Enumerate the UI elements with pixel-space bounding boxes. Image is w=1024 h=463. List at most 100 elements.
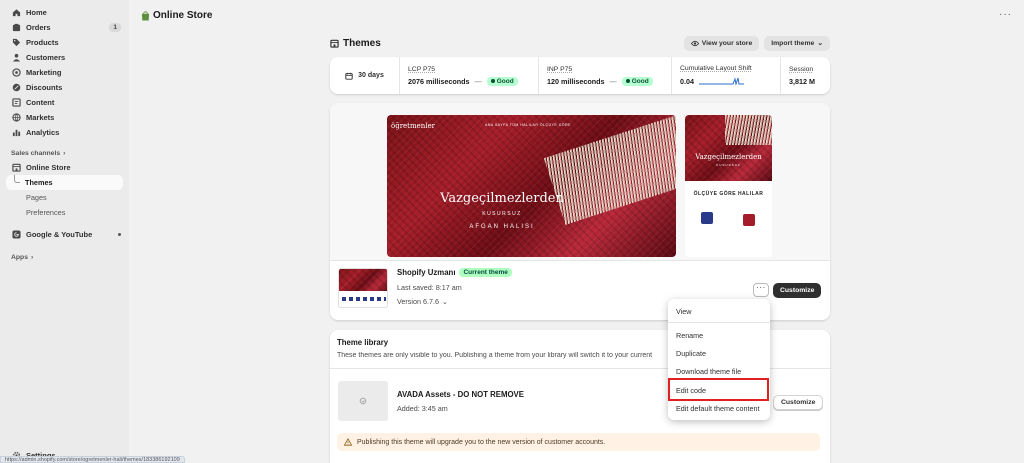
sidebar-item-marketing[interactable]: Marketing	[0, 65, 129, 80]
sidebar-item-label: Orders	[26, 23, 51, 32]
tree-branch	[14, 175, 20, 183]
menu-item-rename[interactable]: Rename	[668, 328, 770, 343]
theme-actions-more-button[interactable]: ···	[753, 283, 769, 297]
customize-library-theme-button[interactable]: Customize	[773, 395, 824, 410]
google-icon	[12, 230, 21, 239]
metric-label: LCP P75	[408, 65, 436, 73]
sidebar-item-home[interactable]: Home	[0, 5, 129, 20]
menu-item-view[interactable]: View	[668, 304, 770, 319]
sidebar-subitem-preferences[interactable]: Preferences	[0, 205, 129, 220]
header-actions: View your store Import theme ⌄	[683, 35, 830, 51]
metric-lcp[interactable]: LCP P75 2076 milliseconds — Good	[400, 57, 539, 94]
date-range-selector[interactable]: 30 days	[330, 57, 400, 94]
menu-divider	[668, 322, 770, 323]
mobile-preview[interactable]: Vazgeçilmezlerden KUSURSUZ ÖLÇÜYE GÖRE H…	[685, 115, 772, 257]
import-theme-button[interactable]: Import theme ⌄	[764, 35, 830, 51]
mobile-hero-image	[685, 115, 772, 181]
sidebar-item-label: Discounts	[26, 83, 63, 92]
sidebar-item-content[interactable]: Content	[0, 95, 129, 110]
metric-sessions[interactable]: Session 3,812 M	[781, 57, 830, 94]
globe-icon	[12, 113, 21, 122]
shopping-bag-icon	[141, 10, 150, 20]
chevron-right-icon: ›	[31, 253, 34, 261]
library-theme-thumbnail	[338, 381, 388, 421]
home-icon	[12, 8, 21, 17]
rug-fringe-image	[725, 115, 772, 145]
more-options-icon[interactable]: ···	[999, 9, 1012, 20]
status-dot-icon	[625, 79, 630, 83]
customize-current-theme-button[interactable]: Customize	[773, 283, 822, 298]
current-theme-thumbnail	[338, 268, 388, 308]
rug-fringe-image	[543, 115, 676, 225]
eye-icon	[690, 40, 699, 46]
sidebar-item-label: Customers	[26, 53, 66, 62]
current-theme-badge: Current theme	[459, 268, 512, 277]
sidebar-item-analytics[interactable]: Analytics	[0, 125, 129, 140]
chart-icon	[12, 128, 21, 137]
status-dot-icon	[118, 233, 121, 236]
view-store-button[interactable]: View your store	[683, 35, 760, 51]
thumbnail-image	[339, 269, 387, 291]
status-dot-icon	[490, 79, 495, 83]
separator: —	[609, 76, 617, 86]
page-title: Themes	[330, 38, 381, 49]
sidebar-item-google-youtube[interactable]: Google & YouTube	[0, 227, 129, 242]
good-badge: Good	[486, 76, 518, 86]
thumbnail-tiles	[342, 297, 386, 301]
sidebar-item-label: Marketing	[26, 68, 62, 77]
calendar-icon	[345, 72, 353, 80]
apps-heading[interactable]: Apps ›	[0, 250, 129, 264]
sidebar-item-label: Google & YouTube	[26, 230, 93, 239]
sidebar-subitem-themes[interactable]: Themes	[6, 175, 123, 190]
metric-label: INP P75	[547, 65, 573, 73]
discount-icon	[12, 83, 21, 92]
hero-tagline: AFGAN HALISI	[469, 224, 535, 230]
separator: —	[474, 76, 482, 86]
chevron-down-icon: ⌄	[817, 40, 823, 47]
sidebar-item-label: Markets	[26, 113, 55, 122]
sidebar-item-products[interactable]: Products	[0, 35, 129, 50]
store-icon	[330, 39, 339, 48]
sidebar: Home Orders 1 Products Customers Marketi…	[0, 0, 129, 463]
sparkline-chart	[699, 77, 744, 86]
theme-library-description: These themes are only visible to you. Pu…	[337, 352, 653, 359]
menu-item-edit-default-theme-content[interactable]: Edit default theme content	[668, 401, 770, 416]
sales-channels-heading[interactable]: Sales channels ›	[0, 146, 129, 160]
hero-subtitle: KUSURSUZ	[482, 211, 522, 217]
sidebar-item-orders[interactable]: Orders 1	[0, 20, 129, 35]
library-theme-added: Added: 3:45 am	[397, 404, 448, 413]
sidebar-item-label: Online Store	[26, 163, 71, 172]
page-header: Themes View your store Import theme ⌄	[330, 35, 830, 51]
sidebar-item-markets[interactable]: Markets	[0, 110, 129, 125]
mobile-section-heading: ÖLÇÜYE GÖRE HALILAR	[693, 191, 764, 197]
last-saved-text: Last saved: 8:17 am	[397, 283, 462, 292]
preview-nav: ANA SAYFA TÜM HALILAR ÖLÇÜYE GÖRE	[485, 123, 572, 127]
topbar: Online Store ···	[129, 0, 1024, 31]
desktop-preview[interactable]: öğretmenler ANA SAYFA TÜM HALILAR ÖLÇÜYE…	[387, 115, 676, 257]
store-logo: öğretmenler	[391, 122, 436, 130]
sidebar-item-discounts[interactable]: Discounts	[0, 80, 129, 95]
product-tile-image	[701, 212, 713, 224]
performance-metrics-bar: 30 days LCP P75 2076 milliseconds — Good…	[330, 57, 830, 94]
sidebar-item-label: Products	[26, 38, 59, 47]
metric-value: 120 milliseconds	[547, 76, 605, 86]
sidebar-item-label: Content	[26, 98, 55, 107]
metric-cls[interactable]: Cumulative Layout Shift 0.04	[672, 57, 781, 94]
sidebar-subitem-pages[interactable]: Pages	[0, 190, 129, 205]
sidebar-item-label: Home	[26, 8, 47, 17]
sidebar-item-customers[interactable]: Customers	[0, 50, 129, 65]
theme-version[interactable]: Version 6.7.6 ⌄	[397, 297, 448, 306]
orders-count-badge: 1	[109, 23, 121, 32]
sidebar-item-online-store[interactable]: Online Store	[0, 160, 129, 175]
target-icon	[12, 68, 21, 77]
menu-item-duplicate[interactable]: Duplicate	[668, 346, 770, 361]
metric-value: 2076 milliseconds	[408, 76, 470, 86]
metric-value: 3,812 M	[789, 76, 815, 86]
product-tile-image	[743, 214, 755, 226]
menu-item-edit-code[interactable]: Edit code	[668, 383, 770, 398]
chevron-down-icon: ⌄	[441, 297, 448, 306]
chevron-right-icon: ›	[63, 149, 66, 157]
metric-label: Cumulative Layout Shift	[680, 65, 752, 72]
menu-item-download-theme-file[interactable]: Download theme file	[668, 364, 770, 379]
metric-inp[interactable]: INP P75 120 milliseconds — Good	[539, 57, 672, 94]
